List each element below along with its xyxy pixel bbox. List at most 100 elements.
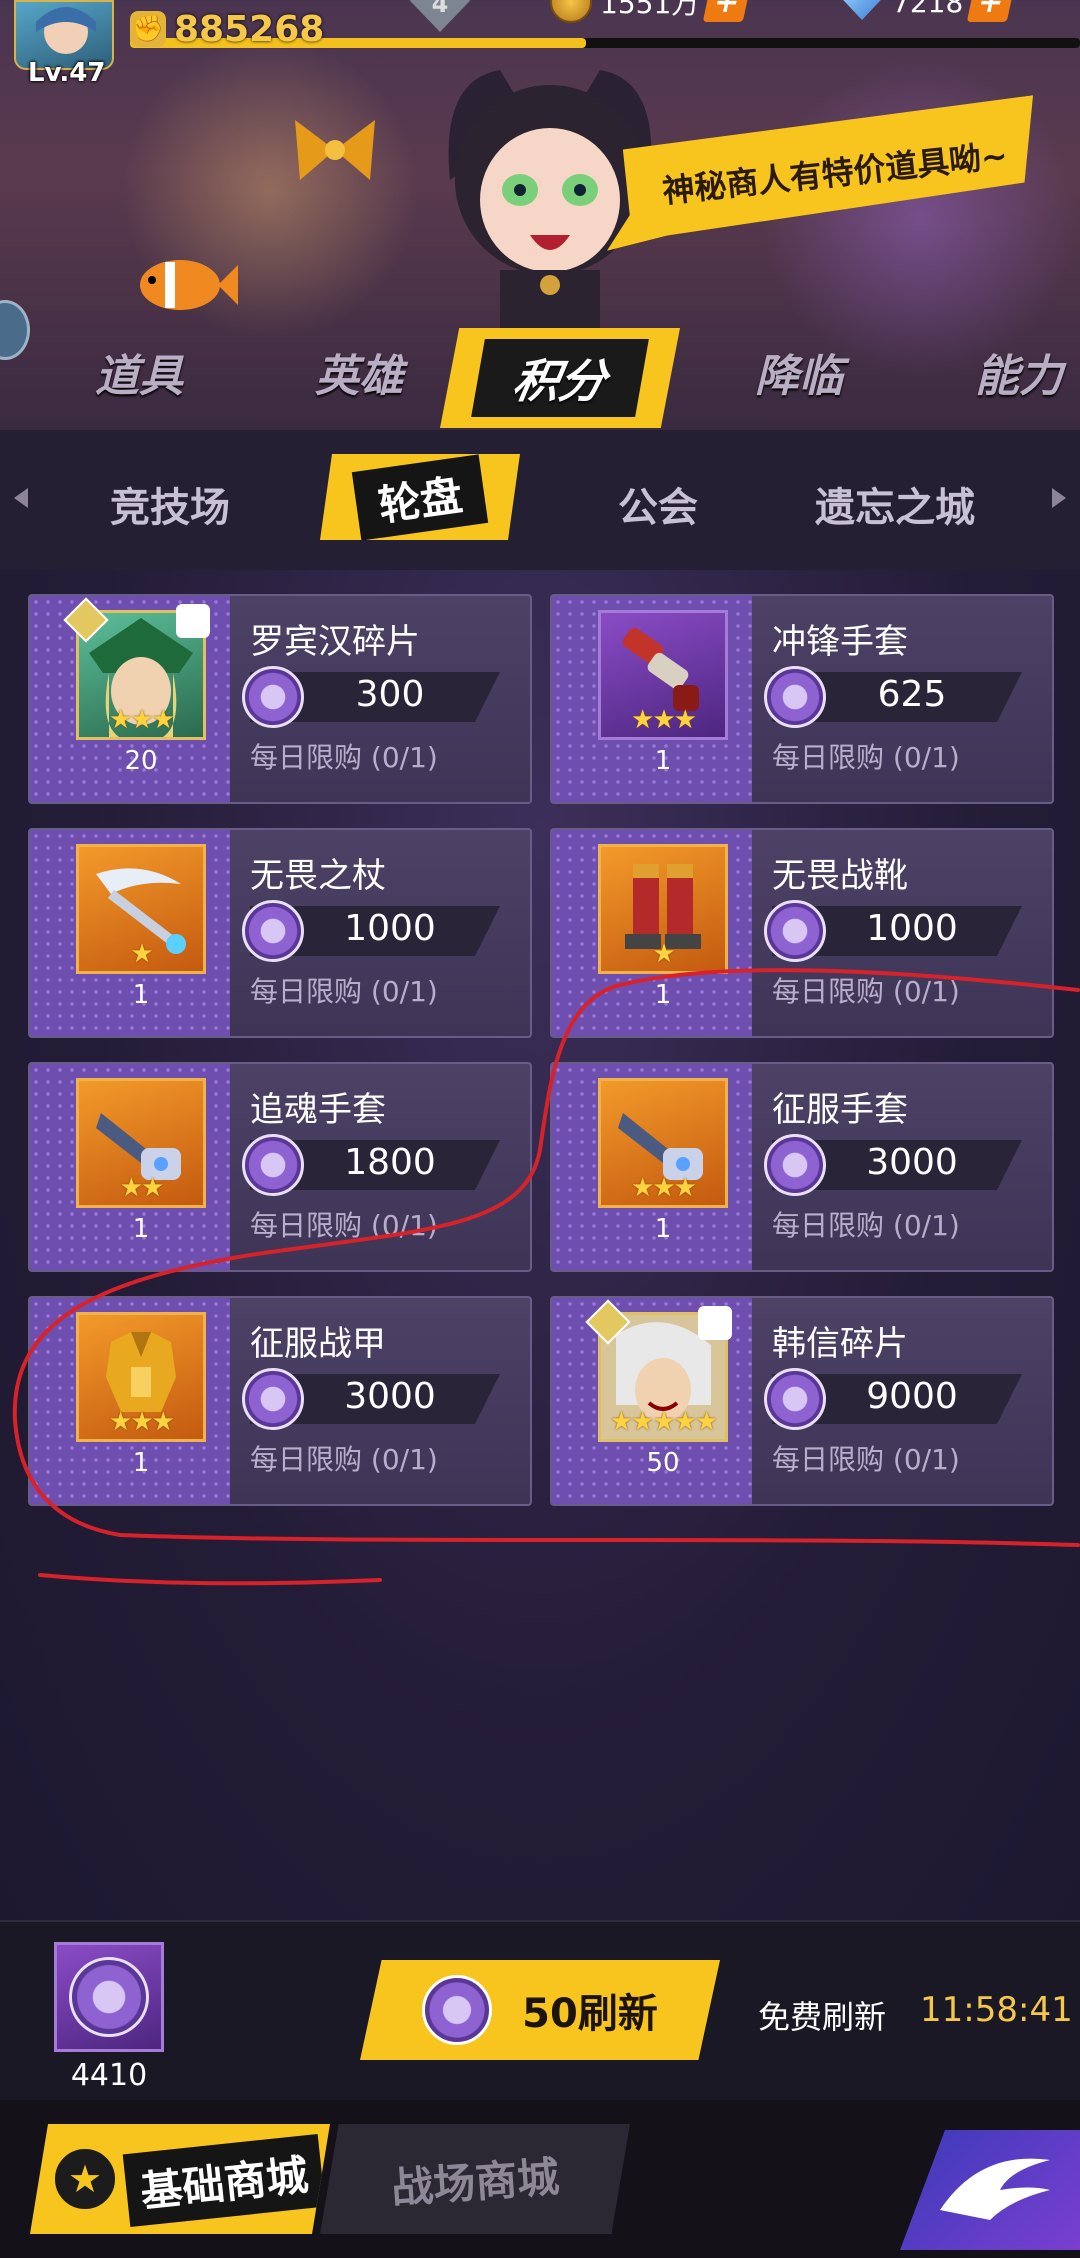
points-coin-icon — [764, 1134, 826, 1196]
purchase-limit: 每日限购 (0/1) — [772, 741, 960, 774]
fragment-puzzle-icon — [698, 1306, 732, 1340]
gem-amount: 7218 — [892, 0, 964, 19]
item-name: 无畏之杖 — [250, 856, 386, 896]
item-price: 1000 — [866, 908, 958, 949]
clownfish-decoration — [140, 260, 238, 310]
item-name: 无畏战靴 — [772, 856, 908, 896]
refresh-timer: 11:58:41 — [920, 1990, 1073, 2030]
wing-logo-icon — [940, 2158, 1050, 2220]
subtab-arena[interactable]: 竞技场 — [110, 475, 230, 533]
points-coin-icon — [69, 1957, 149, 2037]
tab-points[interactable]: 积分 — [440, 328, 680, 428]
scroll-right-icon[interactable] — [1052, 488, 1066, 508]
item-price: 625 — [877, 674, 947, 715]
subtab-wheel[interactable]: 轮盘 — [320, 454, 520, 540]
subtab-guild[interactable]: 公会 — [618, 475, 698, 533]
shop-footer: ★ 基础商城 战场商城 — [0, 2100, 1080, 2258]
shop-bottom-bar: 4410 50刷新 免费刷新 11:58:41 — [0, 1920, 1080, 2100]
top-status-bar: Lv.47 ✊ 885268 4 1551万 + 7218 + — [0, 0, 1080, 90]
gauntlet-icon: ★★★ — [598, 610, 728, 740]
shop-item-card[interactable]: ★★★ 1 征服战甲 3000 每日限购 (0/1) — [28, 1296, 532, 1506]
purchase-limit: 每日限购 (0/1) — [772, 1209, 960, 1242]
shop-item-card[interactable]: ★★ 1 追魂手套 1800 每日限购 (0/1) — [28, 1062, 532, 1272]
item-price: 1800 — [344, 1142, 436, 1183]
purchase-limit: 每日限购 (0/1) — [250, 1209, 438, 1242]
item-quantity: 1 — [132, 1448, 150, 1478]
item-quantity: 1 — [654, 746, 672, 776]
tab-heroes[interactable]: 英雄 — [315, 340, 403, 404]
tab-battle-shop[interactable]: 战场商城 — [320, 2124, 630, 2234]
star-rating: ★★★ — [631, 705, 697, 735]
power-display: ✊ 885268 — [130, 4, 430, 54]
item-quantity: 1 — [654, 980, 672, 1010]
gold-amount: 1551万 — [600, 0, 700, 20]
star-rating: ★★★ — [109, 1407, 175, 1437]
item-name: 征服手套 — [772, 1090, 908, 1130]
item-price: 1000 — [344, 908, 436, 949]
player-level: Lv.47 — [28, 58, 106, 88]
points-coin-icon — [422, 1975, 493, 2045]
item-quantity: 1 — [132, 1214, 150, 1244]
points-currency-display — [54, 1942, 164, 2052]
item-quantity: 50 — [646, 1448, 680, 1478]
tab-battle-shop-label: 战场商城 — [389, 2151, 561, 2213]
gem-icon — [840, 0, 884, 20]
item-price: 3000 — [866, 1142, 958, 1183]
points-coin-icon — [764, 900, 826, 962]
star-rating: ★★★ — [631, 1173, 697, 1203]
item-name: 冲锋手套 — [772, 622, 908, 662]
staff-icon: ★ — [76, 844, 206, 974]
shop-item-card[interactable]: ★ 1 无畏之杖 1000 每日限购 (0/1) — [28, 828, 532, 1038]
back-button[interactable] — [900, 2130, 1080, 2250]
item-price: 9000 — [866, 1376, 958, 1417]
tab-basic-shop-label: 基础商城 — [122, 2133, 326, 2228]
gold-resource: 1551万 + — [550, 0, 752, 23]
refresh-button[interactable]: 50刷新 — [360, 1960, 720, 2060]
purchase-limit: 每日限购 (0/1) — [772, 1443, 960, 1476]
item-name: 韩信碎片 — [772, 1324, 908, 1364]
add-gem-button[interactable]: + — [967, 0, 1016, 22]
glove-icon: ★★ — [76, 1078, 206, 1208]
bow-decoration — [295, 120, 375, 180]
item-quantity: 1 — [132, 980, 150, 1010]
item-name: 征服战甲 — [250, 1324, 386, 1364]
points-coin-icon — [242, 900, 304, 962]
main-tabs: 道具 英雄 积分 降临 能力 — [0, 320, 1080, 430]
star-rating: ★★★ — [109, 705, 175, 735]
tab-items[interactable]: 道具 — [95, 340, 183, 404]
tab-basic-shop[interactable]: ★ 基础商城 — [30, 2124, 330, 2234]
item-name: 追魂手套 — [250, 1090, 386, 1130]
purchase-limit: 每日限购 (0/1) — [250, 975, 438, 1008]
power-value: 885268 — [174, 8, 325, 50]
purchase-limit: 每日限购 (0/1) — [772, 975, 960, 1008]
add-gold-button[interactable]: + — [703, 0, 752, 22]
fragment-puzzle-icon — [176, 604, 210, 638]
subtab-forgotten-city[interactable]: 遗忘之城 — [815, 475, 975, 533]
armor-icon: ★★★ — [76, 1312, 206, 1442]
sub-tabs: 竞技场 轮盘 公会 遗忘之城 — [0, 430, 1080, 570]
tab-ability[interactable]: 能力 — [975, 340, 1063, 404]
shop-item-card[interactable]: ★ 1 无畏战靴 1000 每日限购 (0/1) — [550, 828, 1054, 1038]
points-coin-icon — [242, 1368, 304, 1430]
item-price: 300 — [355, 674, 425, 715]
subtab-wheel-label: 轮盘 — [351, 454, 489, 540]
scroll-left-icon[interactable] — [14, 488, 28, 508]
fist-icon: ✊ — [130, 11, 166, 47]
purchase-limit: 每日限购 (0/1) — [250, 1443, 438, 1476]
tab-points-label: 积分 — [471, 339, 649, 417]
shop-item-card[interactable]: ★★★ 20 罗宾汉碎片 300 每日限购 (0/1) — [28, 594, 532, 804]
shop-item-card[interactable]: ★★★★★ 50 韩信碎片 9000 每日限购 (0/1) — [550, 1296, 1054, 1506]
item-quantity: 20 — [124, 746, 158, 776]
star-coin-icon: ★ — [50, 2144, 120, 2214]
star-rating: ★★ — [119, 1173, 165, 1203]
purchase-limit: 每日限购 (0/1) — [250, 741, 438, 774]
free-refresh-label: 免费刷新 — [758, 1998, 887, 2036]
points-amount: 4410 — [70, 2058, 148, 2093]
points-coin-icon — [242, 666, 304, 728]
shop-item-card[interactable]: ★★★ 1 征服手套 3000 每日限购 (0/1) — [550, 1062, 1054, 1272]
tab-descend[interactable]: 降临 — [755, 340, 843, 404]
shop-item-card[interactable]: ★★★ 1 冲锋手套 625 每日限购 (0/1) — [550, 594, 1054, 804]
gem-resource: 7218 + — [840, 0, 1016, 22]
points-coin-icon — [242, 1134, 304, 1196]
glove-icon: ★★★ — [598, 1078, 728, 1208]
